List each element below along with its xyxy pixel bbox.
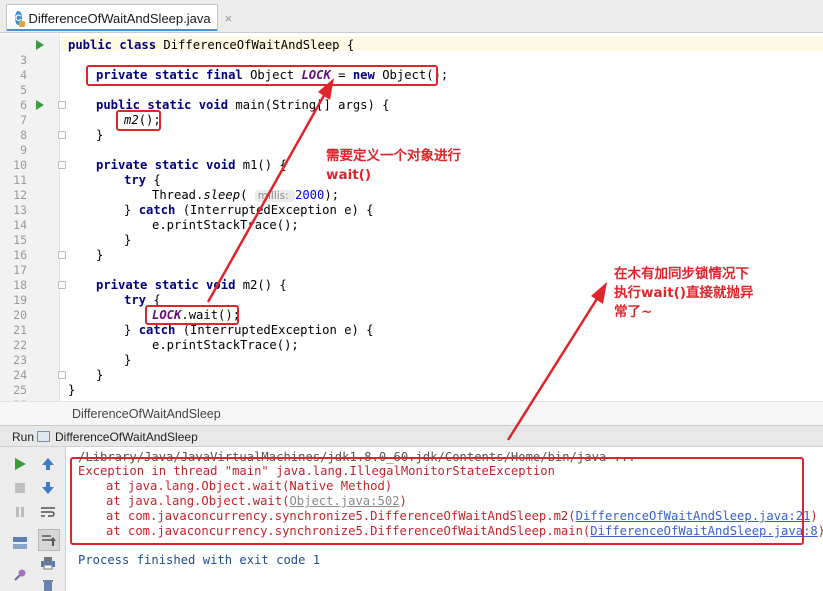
print-icon [41, 557, 55, 570]
restore-layout-button[interactable] [10, 533, 30, 553]
code-text: e.printStackTrace(); [152, 218, 299, 232]
code-line[interactable]: 13 Thread.sleep( millis: 2000); [0, 188, 823, 217]
annotation-note-define-object: 需要定义一个对象进行 wait() [326, 147, 461, 185]
active-tab-indicator [7, 29, 217, 31]
annotation-note-exception: 在木有加同步锁情况下 执行wait()直接就抛异 常了~ [614, 265, 754, 322]
code-text: } [68, 383, 76, 397]
parameter-hint: millis: [254, 190, 295, 202]
code-line[interactable]: 26 } [0, 383, 823, 412]
code-text: try { [124, 173, 161, 187]
stop-icon [15, 483, 25, 493]
run-panel-header: Run DifferenceOfWaitAndSleep [0, 425, 823, 447]
editor-tab[interactable]: C DifferenceOfWaitAndSleep.java × [6, 4, 232, 31]
run-class-icon[interactable] [36, 40, 44, 50]
code-line[interactable]: 25 } [0, 368, 823, 397]
editor-tab-label: DifferenceOfWaitAndSleep.java [28, 10, 211, 26]
pause-button[interactable] [10, 502, 30, 522]
code-text: public class DifferenceOfWaitAndSleep { [68, 38, 355, 52]
code-line[interactable]: 22 } catch (InterruptedException e) { [0, 323, 823, 352]
run-configuration-icon [37, 431, 50, 442]
code-text: } [124, 353, 132, 367]
code-text: } [96, 368, 104, 382]
run-panel-title: Run [12, 430, 35, 444]
code-line[interactable]: 15 e.printStackTrace(); [0, 218, 823, 247]
code-text: } [124, 233, 132, 247]
play-icon [15, 458, 26, 470]
fold-icon[interactable] [58, 131, 66, 139]
soft-wrap-button[interactable] [38, 502, 58, 522]
pause-icon [16, 507, 24, 517]
close-icon[interactable]: × [225, 11, 233, 26]
annotation-box-lock-declaration [86, 65, 438, 86]
annotation-box-exception [70, 457, 804, 545]
scroll-to-end-icon [42, 535, 56, 546]
layout-icon [13, 537, 27, 549]
editor-tab-bar: C DifferenceOfWaitAndSleep.java × [0, 0, 823, 33]
fold-icon[interactable] [58, 371, 66, 379]
console-exit-line: Process finished with exit code 1 [78, 553, 321, 567]
pin-tab-button[interactable] [10, 565, 30, 585]
code-text: private static void m1() { [96, 158, 287, 172]
scroll-to-end-button[interactable] [38, 529, 60, 551]
fold-icon[interactable] [58, 161, 66, 169]
code-text: } [96, 128, 104, 142]
code-text: } catch (InterruptedException e) { [124, 323, 374, 337]
arrow-down-icon [42, 482, 54, 494]
wrap-icon [41, 507, 55, 517]
code-line[interactable]: 16 } [0, 233, 823, 262]
annotation-box-m2-call [116, 110, 161, 131]
code-line[interactable]: 24 } [0, 353, 823, 382]
code-text: private static void m2() { [96, 278, 287, 292]
scroll-down-button[interactable] [38, 478, 58, 498]
fold-icon[interactable] [58, 281, 66, 289]
run-toolbar [0, 447, 66, 591]
pin-icon [14, 569, 26, 581]
fold-icon[interactable] [58, 251, 66, 259]
scroll-up-button[interactable] [38, 454, 58, 474]
code-line[interactable]: 14 } catch (InterruptedException e) { [0, 203, 823, 232]
rerun-button[interactable] [10, 454, 30, 474]
code-line[interactable]: 23 e.printStackTrace(); [0, 338, 823, 367]
print-button[interactable] [38, 553, 58, 573]
code-text: } [96, 248, 104, 262]
stop-button[interactable] [10, 478, 30, 498]
code-text: } catch (InterruptedException e) { [124, 203, 374, 217]
breadcrumb[interactable]: DifferenceOfWaitAndSleep [0, 401, 823, 425]
clear-all-button[interactable] [38, 575, 58, 591]
fold-icon[interactable] [58, 101, 66, 109]
run-configuration-label[interactable]: DifferenceOfWaitAndSleep [55, 430, 198, 444]
breadcrumb-class[interactable]: DifferenceOfWaitAndSleep [72, 407, 221, 421]
arrow-up-icon [42, 458, 54, 470]
code-editor[interactable]: 3 public class DifferenceOfWaitAndSleep … [0, 34, 823, 412]
annotation-box-wait-call [145, 305, 239, 325]
code-line[interactable]: 17 } [0, 248, 823, 277]
code-text: Thread.sleep( millis: 2000); [152, 188, 340, 202]
code-line[interactable]: 3 public class DifferenceOfWaitAndSleep … [0, 38, 823, 67]
code-text: e.printStackTrace(); [152, 338, 299, 352]
run-main-icon[interactable] [36, 100, 44, 110]
trash-icon [43, 580, 53, 591]
java-class-icon: C [15, 11, 25, 27]
